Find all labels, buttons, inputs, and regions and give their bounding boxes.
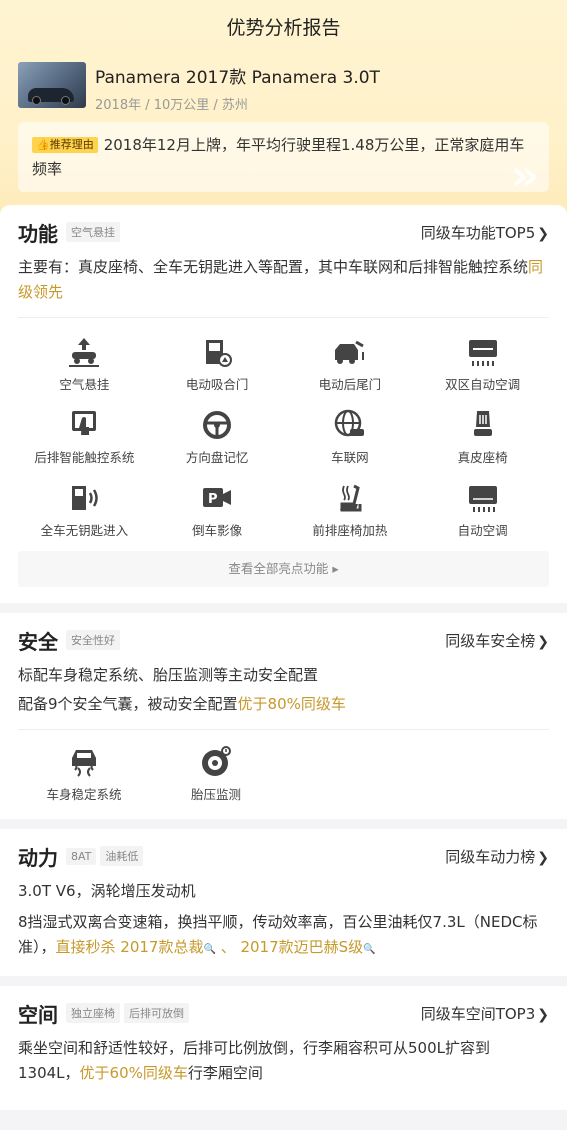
function-title: 功能: [18, 221, 58, 246]
feature-air-suspension[interactable]: 空气悬挂: [18, 334, 151, 393]
power-tag-transmission: 8AT: [66, 847, 97, 865]
compare-link-maybach[interactable]: 2017款迈巴赫S级🔍: [240, 938, 375, 956]
space-title: 空间: [18, 1002, 58, 1027]
air-suspension-icon: [69, 338, 100, 367]
power-tag-fuel: 油耗低: [100, 846, 144, 866]
power-section: 动力 8AT 油耗低 同级车动力榜 ❯ 3.0T V6，涡轮增压发动机 8挡湿式双…: [0, 829, 567, 976]
feature-seat-heating[interactable]: 前排座椅加热: [284, 480, 417, 539]
reverse-camera-icon: P: [203, 488, 232, 507]
feature-reverse-camera[interactable]: P 倒车影像: [151, 480, 284, 539]
seat-heating-icon: [339, 484, 362, 512]
dual-zone-ac-icon: [468, 340, 497, 366]
power-title: 动力: [18, 845, 58, 870]
search-icon: 🔍: [203, 944, 216, 955]
feature-stability-control[interactable]: 车身稳定系统: [18, 744, 150, 803]
safety-desc-active: 标配车身稳定系统、胎压监测等主动安全配置: [18, 666, 319, 684]
function-feature-grid: 空气悬挂 电动吸合门 电动后尾门 双区自动空调 后排智能触控系统 方向盘记忆 车…: [18, 318, 549, 539]
recommend-text: 2018年12月上牌，年平均行驶里程1.48万公里，正常家庭用车频率: [32, 136, 525, 178]
connected-car-icon: [334, 409, 364, 437]
feature-power-tailgate[interactable]: 电动后尾门: [284, 334, 417, 393]
safety-section: 安全 安全性好 同级车安全榜 ❯ 标配车身稳定系统、胎压监测等主动安全配置 配备9…: [0, 613, 567, 819]
svg-text:P: P: [208, 492, 218, 507]
safety-ranking-link[interactable]: 同级车安全榜 ❯: [445, 630, 549, 651]
chevron-decoration-icon: »: [510, 150, 539, 193]
space-tag-seats: 独立座椅: [66, 1003, 120, 1023]
feature-dual-zone-ac[interactable]: 双区自动空调: [416, 334, 549, 393]
view-all-features-button[interactable]: 查看全部亮点功能 ▸: [18, 551, 549, 587]
function-tag: 空气悬挂: [66, 222, 120, 242]
stability-control-icon: [72, 750, 96, 777]
tire-pressure-icon: [202, 746, 231, 776]
chevron-right-icon: ❯: [537, 225, 549, 242]
page-title: 优势分析报告: [226, 17, 341, 39]
space-top3-link[interactable]: 同级车空间TOP3 ❯: [421, 1003, 549, 1024]
feature-tire-pressure[interactable]: 胎压监测: [150, 744, 282, 803]
feature-soft-close-door[interactable]: 电动吸合门: [151, 334, 284, 393]
power-tailgate-icon: [334, 340, 364, 364]
power-desc-transmission: 8挡湿式双离合变速箱，换挡平顺，传动效率高，百公里油耗仅7.3L（NEDC标准）…: [18, 913, 538, 956]
search-icon: 🔍: [363, 944, 376, 955]
feature-connected-car[interactable]: 车联网: [284, 407, 417, 466]
space-tag-fold: 后排可放倒: [124, 1003, 189, 1023]
feature-leather-seat[interactable]: 真皮座椅: [416, 407, 549, 466]
leather-seat-icon: [473, 411, 492, 436]
chevron-right-icon: ❯: [537, 1006, 549, 1023]
space-section: 空间 独立座椅 后排可放倒 同级车空间TOP3 ❯ 乘坐空间和舒适性较好，后排可比…: [0, 986, 567, 1110]
soft-close-door-icon: [206, 340, 233, 367]
auto-ac-icon: [468, 486, 497, 512]
safety-desc-passive: 配备9个安全气囊，被动安全配置优于80%同级车: [18, 695, 346, 713]
feature-auto-ac[interactable]: 自动空调: [416, 480, 549, 539]
car-summary[interactable]: Panamera 2017款 Panamera 3.0T 2018年 / 10万…: [0, 48, 567, 113]
power-ranking-link[interactable]: 同级车动力榜 ❯: [445, 846, 549, 867]
safety-tag: 安全性好: [66, 630, 120, 650]
car-thumbnail[interactable]: [18, 62, 86, 108]
recommend-tag: 👍推荐理由: [32, 137, 98, 153]
safety-title: 安全: [18, 629, 58, 654]
thumbs-up-icon: 👍: [36, 138, 50, 151]
feature-rear-touch-control[interactable]: 后排智能触控系统: [18, 407, 151, 466]
chevron-right-icon: ❯: [537, 633, 549, 650]
report-header: 优势分析报告 Panamera 2017款 Panamera 3.0T 2018…: [0, 0, 567, 235]
power-desc-engine: 3.0T V6，涡轮增压发动机: [18, 882, 196, 900]
function-section: 功能 空气悬挂 同级车功能TOP5 ❯ 主要有：真皮座椅、全车无钥匙进入等配置，其…: [0, 205, 567, 603]
feature-keyless-entry[interactable]: 全车无钥匙进入: [18, 480, 151, 539]
rear-touch-control-icon: [72, 411, 97, 435]
steering-wheel-memory-icon: [203, 411, 232, 439]
recommend-reason: 👍推荐理由 2018年12月上牌，年平均行驶里程1.48万公里，正常家庭用车频率…: [18, 122, 549, 192]
feature-steering-wheel-memory[interactable]: 方向盘记忆: [151, 407, 284, 466]
car-name: Panamera 2017款 Panamera 3.0T: [95, 68, 380, 88]
car-meta: 2018年 / 10万公里 / 苏州: [95, 98, 248, 113]
space-desc: 乘坐空间和舒适性较好，后排可比例放倒，行李厢容积可从500L扩容到1304L，优…: [18, 1039, 490, 1082]
function-desc: 主要有：真皮座椅、全车无钥匙进入等配置，其中车联网和后排智能触控系统同级领先: [18, 258, 544, 301]
keyless-entry-icon: [72, 486, 99, 510]
function-top5-link[interactable]: 同级车功能TOP5 ❯: [421, 222, 549, 243]
chevron-right-icon: ❯: [537, 849, 549, 866]
compare-link-zongcai[interactable]: 直接秒杀 2017款总裁🔍: [56, 938, 216, 956]
